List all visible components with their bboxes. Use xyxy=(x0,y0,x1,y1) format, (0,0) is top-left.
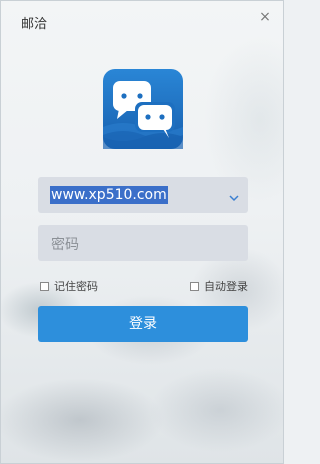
login-window: 邮洽 × www.xp510.com 密码 记住密码 自动登录 登录 xyxy=(0,0,284,464)
password-placeholder: 密码 xyxy=(51,237,79,253)
checkbox-box[interactable] xyxy=(190,281,199,291)
password-input[interactable]: 密码 xyxy=(38,225,248,261)
window-title: 邮洽 xyxy=(21,17,48,32)
chevron-down-icon[interactable] xyxy=(228,189,240,202)
close-button[interactable]: × xyxy=(258,10,272,24)
checkbox-box[interactable] xyxy=(40,281,49,291)
app-logo xyxy=(103,69,183,149)
login-button[interactable]: 登录 xyxy=(38,306,248,342)
auto-login-checkbox[interactable]: 自动登录 xyxy=(190,278,248,294)
remember-password-label: 记住密码 xyxy=(54,280,98,293)
chat-bubbles-icon xyxy=(103,69,183,149)
account-value: www.xp510.com xyxy=(50,186,168,204)
account-select[interactable]: www.xp510.com xyxy=(38,177,248,213)
auto-login-label: 自动登录 xyxy=(204,280,248,293)
remember-password-checkbox[interactable]: 记住密码 xyxy=(40,278,98,294)
